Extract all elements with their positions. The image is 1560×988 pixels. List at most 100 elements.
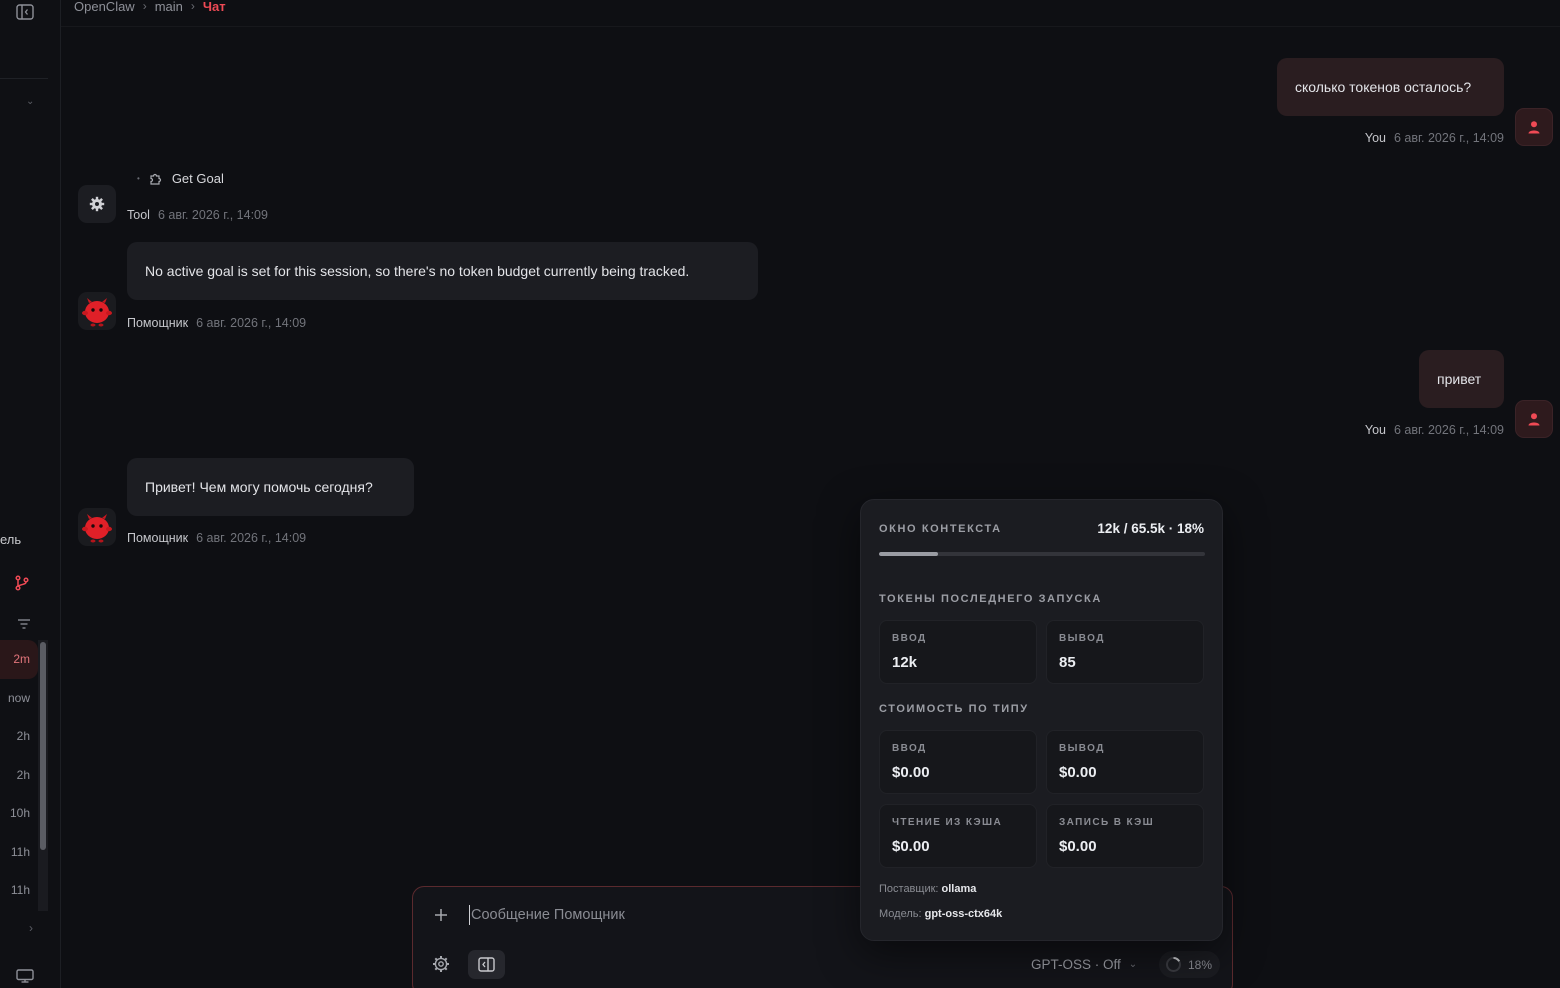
- stat-value: $0.00: [892, 764, 930, 781]
- tool-call-name: Get Goal: [171, 170, 224, 186]
- model-value: gpt-oss-ctx64k: [924, 908, 1003, 920]
- puzzle-icon: [150, 173, 161, 185]
- message-timestamp: 6 авг. 2026 г., 14:09: [196, 316, 307, 330]
- header-divider: [61, 26, 1560, 27]
- stat-value: $0.00: [1059, 838, 1097, 855]
- context-percent: 18%: [1188, 957, 1213, 972]
- stat-value: 85: [1059, 654, 1076, 671]
- cost-title: СТОИМОСТЬ ПО ТИПУ: [879, 703, 1029, 715]
- user-icon: [1528, 413, 1540, 426]
- model-label: GPT-OSS · Off: [1031, 957, 1121, 972]
- session-item[interactable]: 10h: [0, 794, 38, 833]
- message-meta: Помощник 6 авг. 2026 г., 14:09: [127, 531, 306, 545]
- session-item[interactable]: now: [0, 679, 38, 718]
- message-text: Привет! Чем могу помочь сегодня?: [145, 479, 373, 495]
- gear-icon: [89, 196, 105, 212]
- progress-ring-icon: [1166, 956, 1181, 972]
- sidebar-toggle-icon[interactable]: [16, 4, 34, 20]
- message-timestamp: 6 авг. 2026 г., 14:09: [1393, 131, 1504, 145]
- stat-label: ВВОД: [892, 633, 927, 644]
- provider-line: Поставщик: ollama: [879, 883, 976, 895]
- chevron-down-icon: ⌄: [1128, 959, 1138, 970]
- model-line: Модель: gpt-oss-ctx64k: [879, 908, 1002, 920]
- message-author: Помощник: [127, 316, 189, 330]
- message-input[interactable]: Сообщение Помощник: [469, 905, 625, 925]
- chevron-down-icon[interactable]: ⌄: [26, 96, 34, 107]
- branch-icon[interactable]: [14, 575, 30, 591]
- stat-label: ЧТЕНИЕ ИЗ КЭША: [892, 817, 1003, 828]
- model-selector[interactable]: GPT-OSS · Off ⌄: [1031, 957, 1137, 972]
- user-message-bubble: привет: [1419, 350, 1504, 408]
- session-item[interactable]: 11h: [0, 833, 38, 872]
- message-author: Tool: [127, 208, 150, 222]
- assistant-avatar: [78, 508, 116, 546]
- context-progress-fill: [879, 552, 938, 556]
- context-popover: ОКНО КОНТЕКСТА 12k / 65.5k · 18% ТОКЕНЫ …: [860, 499, 1223, 941]
- breadcrumb-separator: ›: [190, 0, 195, 13]
- tool-call-row[interactable]: • Get Goal: [137, 170, 224, 186]
- last-run-title: ТОКЕНЫ ПОСЛЕДНЕГО ЗАПУСКА: [879, 593, 1102, 605]
- stat-card: ВЫВОД 85: [1046, 620, 1204, 684]
- message-meta: You 6 авг. 2026 г., 14:09: [1365, 423, 1504, 437]
- stat-value: 12k: [892, 654, 918, 671]
- plus-icon[interactable]: [433, 907, 449, 923]
- session-scrollbar-thumb[interactable]: [40, 642, 46, 850]
- user-message-bubble: сколько токенов осталось?: [1277, 58, 1504, 116]
- message-text: сколько токенов осталось?: [1295, 79, 1472, 95]
- provider-label: Поставщик:: [879, 883, 939, 895]
- bullet-icon: •: [137, 173, 140, 183]
- stat-label: ВЫВОД: [1059, 743, 1105, 754]
- tool-avatar: [78, 185, 116, 223]
- session-list: 2m now 2h 2h 10h 11h 11h: [0, 640, 38, 910]
- settings-gear-icon[interactable]: [432, 955, 450, 973]
- message-author: Помощник: [127, 531, 189, 545]
- left-rail: ⌄ ель 2m now 2h 2h 10h 11h 11h ›: [0, 0, 61, 988]
- stat-value: $0.00: [892, 838, 930, 855]
- stat-value: $0.00: [1059, 764, 1097, 781]
- stat-label: ВЫВОД: [1059, 633, 1105, 644]
- breadcrumb: OpenClaw › main › Чат: [74, 0, 226, 16]
- session-item[interactable]: 2h: [0, 756, 38, 795]
- user-avatar: [1515, 108, 1553, 146]
- red-creature-icon: [82, 514, 112, 543]
- message-timestamp: 6 авг. 2026 г., 14:09: [196, 531, 307, 545]
- message-author: You: [1364, 423, 1386, 437]
- message-text: привет: [1437, 371, 1482, 387]
- context-progress-track: [879, 552, 1205, 556]
- panel-toggle-button[interactable]: [468, 950, 505, 979]
- stat-card: ВВОД $0.00: [879, 730, 1037, 794]
- rail-cut-label: ель: [0, 532, 22, 547]
- session-item[interactable]: 2h: [0, 717, 38, 756]
- stat-label: ВВОД: [892, 743, 927, 754]
- assistant-avatar: [78, 292, 116, 330]
- breadcrumb-item[interactable]: main: [155, 0, 183, 14]
- rail-divider: [0, 78, 48, 79]
- breadcrumb-item[interactable]: OpenClaw: [74, 0, 135, 14]
- chevron-right-icon[interactable]: ›: [29, 921, 33, 935]
- red-creature-icon: [82, 298, 112, 327]
- session-item[interactable]: 11h: [0, 871, 38, 910]
- context-window-value: 12k / 65.5k · 18%: [1097, 521, 1204, 536]
- assistant-message-bubble: No active goal is set for this session, …: [127, 242, 758, 300]
- message-text: No active goal is set for this session, …: [145, 263, 690, 279]
- model-label: Модель:: [879, 908, 922, 920]
- breadcrumb-current: Чат: [202, 0, 226, 14]
- message-author: You: [1364, 131, 1386, 145]
- message-timestamp: 6 авг. 2026 г., 14:09: [157, 208, 268, 222]
- stat-card: ВЫВОД $0.00: [1046, 730, 1204, 794]
- stat-card: ВВОД 12k: [879, 620, 1037, 684]
- message-meta: Помощник 6 авг. 2026 г., 14:09: [127, 316, 306, 330]
- side-panel-icon: [478, 957, 495, 972]
- user-icon: [1528, 121, 1540, 134]
- message-meta: Tool 6 авг. 2026 г., 14:09: [127, 208, 268, 222]
- assistant-message-bubble: Привет! Чем могу помочь сегодня?: [127, 458, 414, 516]
- app-window: ⌄ ель 2m now 2h 2h 10h 11h 11h › OpenCla…: [0, 0, 1560, 988]
- stat-label: ЗАПИСЬ В КЭШ: [1059, 817, 1155, 828]
- filter-icon[interactable]: [17, 618, 31, 630]
- stat-card: ЧТЕНИЕ ИЗ КЭША $0.00: [879, 804, 1037, 868]
- context-usage-button[interactable]: 18%: [1159, 951, 1221, 978]
- session-item[interactable]: 2m: [0, 640, 38, 679]
- monitor-icon[interactable]: [16, 969, 34, 983]
- message-timestamp: 6 авг. 2026 г., 14:09: [1393, 423, 1504, 437]
- context-window-title: ОКНО КОНТЕКСТА: [879, 523, 1002, 535]
